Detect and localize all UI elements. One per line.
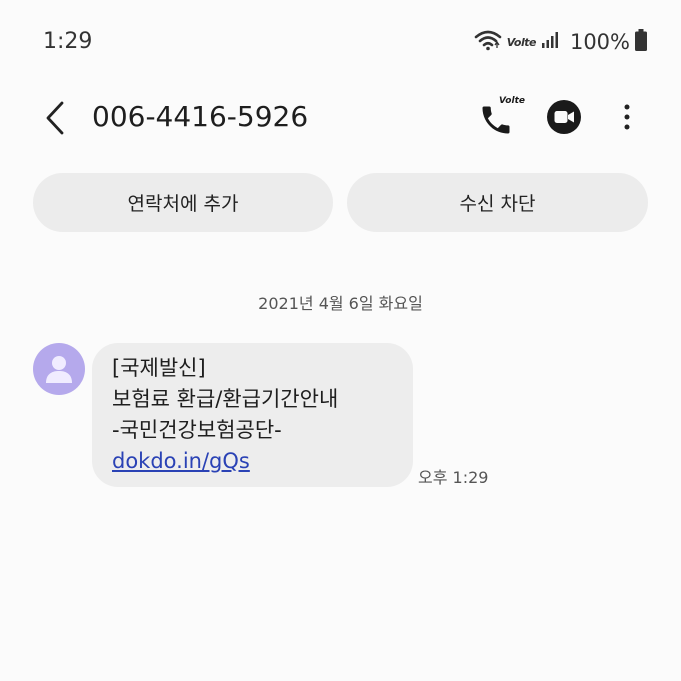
battery-percent: 100%: [569, 30, 630, 54]
contact-number: 006-4416-5926: [92, 100, 309, 133]
call-volte-label: Volte: [499, 96, 525, 106]
message-line: 보험료 환급/환급기간안내: [112, 387, 339, 411]
status-icons: Volte 100%: [474, 29, 647, 55]
phone-icon: [478, 102, 514, 142]
person-icon: [33, 356, 85, 395]
call-button[interactable]: Volte: [478, 96, 525, 138]
video-call-button[interactable]: [545, 98, 583, 136]
back-button[interactable]: [38, 98, 72, 138]
message-timestamp: 오후 1:29: [418, 468, 489, 487]
status-time: 1:29: [43, 29, 93, 54]
message-link[interactable]: dokdo.in/gQs: [112, 446, 401, 477]
signal-icon: [541, 31, 559, 53]
more-icon: [614, 104, 640, 138]
back-icon: [38, 101, 72, 142]
wifi-icon: [474, 29, 502, 55]
add-to-contacts-button[interactable]: 연락처에 추가: [33, 173, 333, 232]
battery-icon: [635, 29, 647, 55]
message-line: [국제발신]: [112, 356, 206, 380]
message-bubble[interactable]: [국제발신] 보험료 환급/환급기간안내 -국민건강보험공단- dokdo.in…: [92, 343, 413, 487]
block-number-button[interactable]: 수신 차단: [347, 173, 648, 232]
message-line: -국민건강보험공단-: [112, 418, 282, 442]
video-call-icon: [545, 100, 583, 140]
avatar[interactable]: [33, 343, 85, 395]
conversation-header: 006-4416-5926 Volte: [0, 86, 681, 150]
date-divider: 2021년 4월 6일 화요일: [258, 294, 423, 313]
more-options-button[interactable]: [614, 100, 640, 134]
volte-indicator: Volte: [506, 35, 537, 49]
status-bar: 1:29 Volte 100%: [0, 0, 681, 86]
